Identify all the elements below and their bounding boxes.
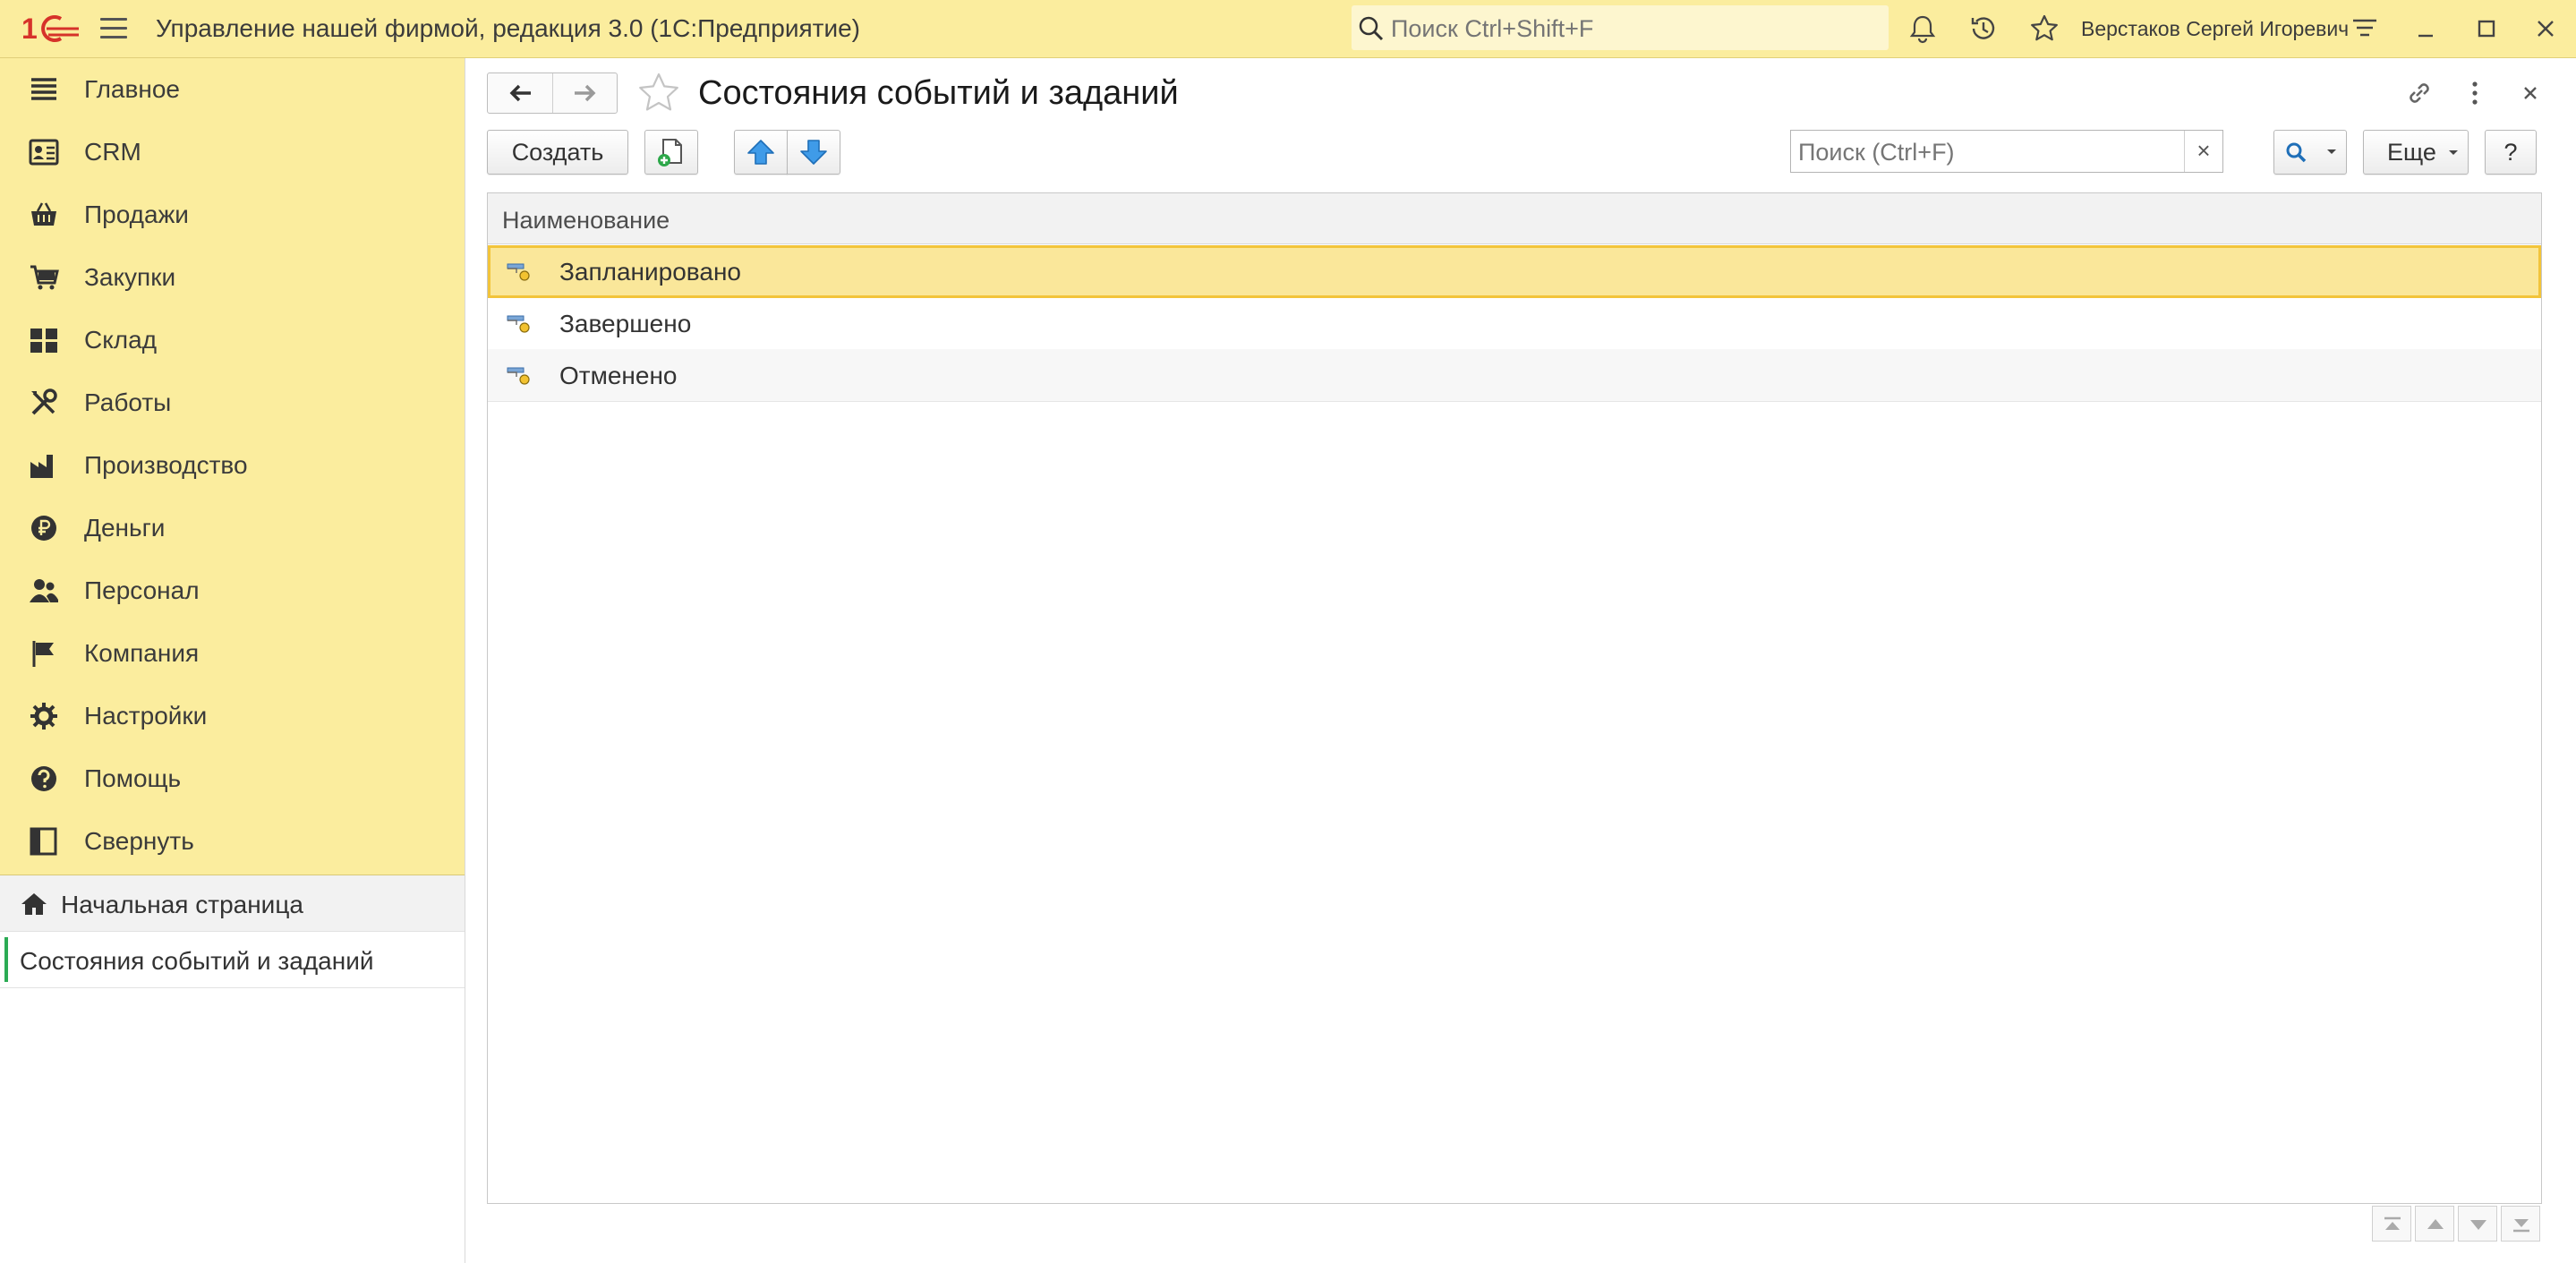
search-icon: [1359, 16, 1384, 41]
arrow-up-icon: [747, 140, 774, 165]
move-up-button[interactable]: [734, 130, 788, 175]
flag-icon: [32, 641, 54, 667]
section-settings[interactable]: Настройки: [0, 685, 465, 747]
table-row[interactable]: Отменено: [488, 349, 2541, 402]
section-sales[interactable]: Продажи: [0, 183, 465, 246]
arrow-left-icon: [509, 84, 531, 102]
section-collapse[interactable]: Свернуть: [0, 810, 465, 873]
chevron-down-icon: [2327, 149, 2336, 154]
state-item-icon: [507, 367, 530, 385]
section-warehouse[interactable]: Склад: [0, 309, 465, 371]
main-menu-icon: [31, 78, 56, 100]
notifications-bell-icon[interactable]: [1906, 13, 1939, 45]
crm-card-icon: [29, 139, 59, 166]
scroll-to-top-button[interactable]: [2372, 1206, 2411, 1242]
help-icon: [31, 766, 56, 791]
section-money[interactable]: Деньги: [0, 497, 465, 559]
global-search-input[interactable]: [1389, 11, 1876, 47]
section-purchases[interactable]: Закупки: [0, 246, 465, 309]
minimize-icon[interactable]: [2410, 13, 2442, 45]
arrow-right-icon: [575, 84, 596, 102]
table-row[interactable]: Завершено: [488, 297, 2541, 350]
people-icon: [30, 579, 58, 602]
scroll-bottom-icon: [2513, 1219, 2529, 1233]
arrow-down-icon: [800, 140, 827, 165]
more-button[interactable]: Еще: [2363, 130, 2469, 175]
states-table: Наименование Запланировано Завершено Отм…: [487, 192, 2542, 1204]
scroll-top-icon: [2384, 1216, 2401, 1230]
1c-logo-icon: 1: [21, 13, 79, 45]
state-item-icon: [507, 263, 530, 281]
scroll-down-icon: [2470, 1220, 2486, 1230]
warehouse-grid-icon: [30, 329, 57, 353]
app-title: Управление нашей фирмой, редакция 3.0 (1…: [156, 14, 860, 42]
scroll-up-icon: [2427, 1219, 2444, 1229]
gear-icon: [30, 703, 57, 730]
collapse-panel-icon: [30, 827, 57, 856]
section-production[interactable]: Производство: [0, 434, 465, 497]
search-icon: [2286, 142, 2307, 163]
more-actions-kebab-icon[interactable]: [2458, 76, 2492, 110]
section-main[interactable]: Главное: [0, 58, 465, 121]
ruble-icon: [31, 516, 56, 541]
sections-panel: Главное CRM Продажи Закупки Склад Работы…: [0, 58, 465, 875]
copy-document-icon: [658, 139, 682, 166]
list-search: ×: [1790, 130, 2223, 173]
factory-icon: [30, 455, 53, 478]
move-down-button[interactable]: [787, 130, 840, 175]
section-works[interactable]: Работы: [0, 371, 465, 434]
close-form-icon[interactable]: [2513, 76, 2547, 110]
home-icon: [21, 893, 47, 915]
form-title: Состояния событий и заданий: [698, 74, 1179, 112]
purchases-cart-icon: [30, 265, 59, 290]
state-item-icon: [507, 315, 530, 333]
add-to-favorites-star-icon[interactable]: [635, 71, 682, 115]
link-icon[interactable]: [2402, 76, 2436, 110]
title-bar: 1 Управление нашей фирмой, редакция 3.0 …: [0, 0, 2576, 58]
forward-button[interactable]: [552, 73, 618, 113]
history-icon[interactable]: [1967, 13, 2000, 45]
main-menu-hamburger-icon[interactable]: [100, 18, 127, 39]
sales-basket-icon: [31, 202, 56, 226]
open-window-home[interactable]: Начальная страница: [0, 875, 465, 932]
table-header[interactable]: Наименование: [488, 193, 2541, 244]
navigation-buttons: [487, 73, 618, 114]
column-header-name[interactable]: Наименование: [502, 207, 670, 235]
scroll-up-button[interactable]: [2415, 1206, 2454, 1242]
table-row[interactable]: Запланировано: [488, 245, 2541, 298]
user-name[interactable]: Верстаков Сергей Игоревич: [2081, 17, 2349, 41]
tools-icon: [31, 388, 57, 415]
search-options-button[interactable]: [2273, 130, 2347, 175]
section-crm[interactable]: CRM: [0, 121, 465, 183]
favorites-star-icon[interactable]: [2028, 13, 2060, 45]
help-button[interactable]: ?: [2485, 130, 2537, 175]
search-clear-button[interactable]: ×: [2184, 131, 2222, 172]
create-copy-button[interactable]: [644, 130, 698, 175]
chevron-down-icon: [2449, 150, 2458, 155]
form-area: Состояния событий и заданий Создать ×: [465, 58, 2576, 1263]
maximize-icon[interactable]: [2470, 13, 2503, 45]
section-help[interactable]: Помощь: [0, 747, 465, 810]
sidebar: Главное CRM Продажи Закупки Склад Работы…: [0, 58, 465, 1263]
settings-menu-icon[interactable]: [2349, 13, 2381, 45]
scroll-to-bottom-button[interactable]: [2501, 1206, 2540, 1242]
open-window-event-states[interactable]: Состояния событий и заданий: [0, 932, 465, 988]
list-search-input[interactable]: [1796, 136, 2203, 168]
close-window-icon[interactable]: [2529, 13, 2562, 45]
section-personnel[interactable]: Персонал: [0, 559, 465, 622]
back-button[interactable]: [488, 73, 552, 113]
scroll-down-button[interactable]: [2458, 1206, 2497, 1242]
section-company[interactable]: Компания: [0, 622, 465, 685]
svg-text:1: 1: [21, 13, 38, 45]
create-button[interactable]: Создать: [487, 130, 628, 175]
global-search[interactable]: [1352, 5, 1889, 50]
